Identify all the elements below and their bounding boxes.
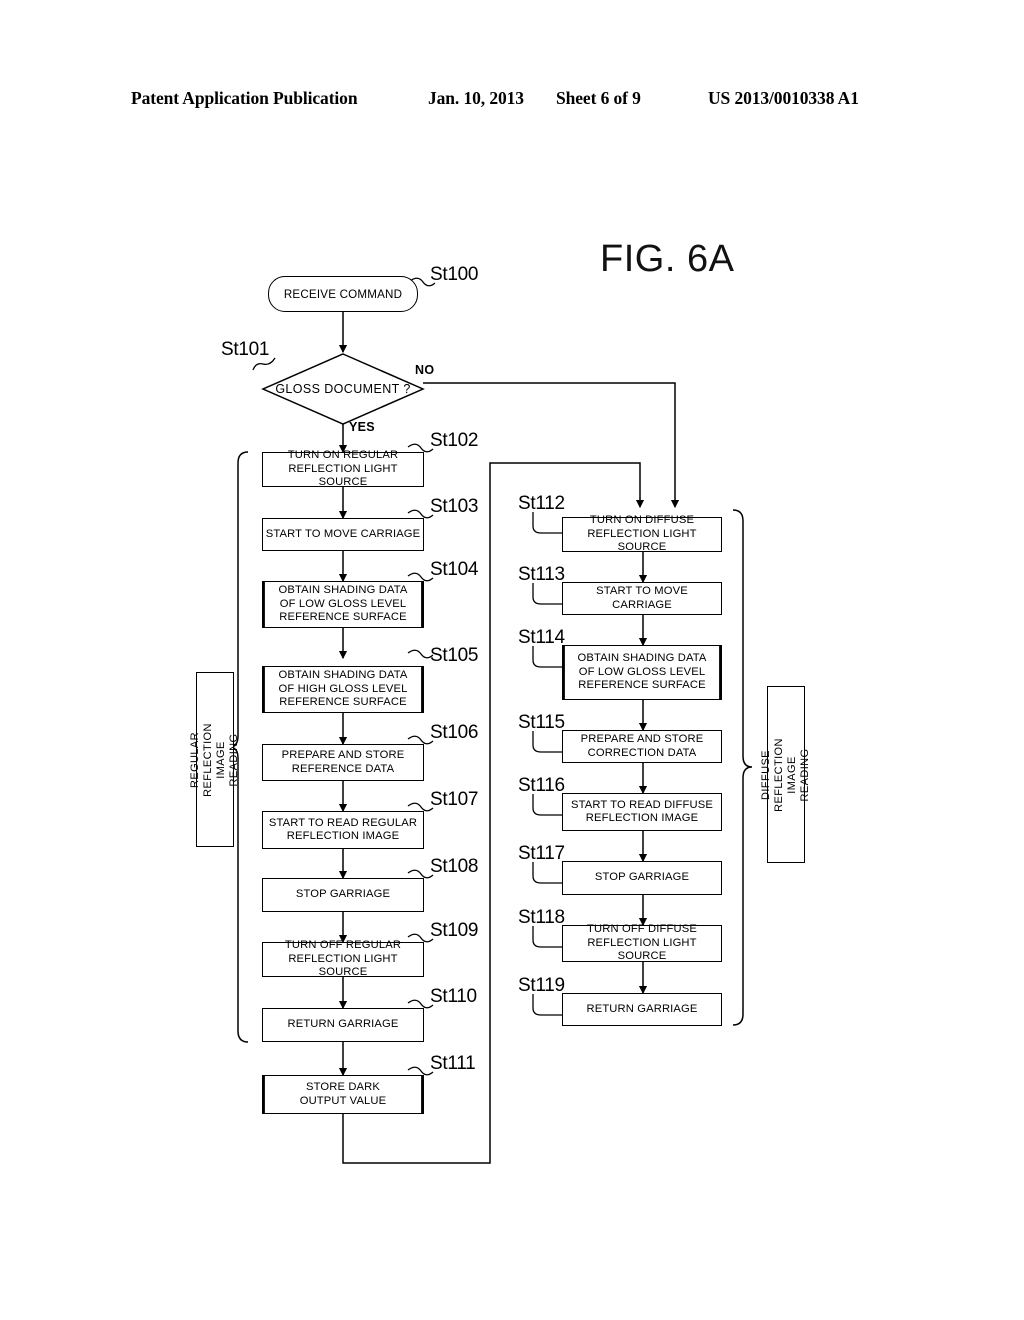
group-label-diffuse-reflection-text: DIFFUSE REFLECTION IMAGE READING (760, 737, 811, 812)
process-box-st108-label: STOP GARRIAGE (295, 888, 391, 901)
process-box-st111-label: STORE DARK OUTPUT VALUE (299, 1081, 387, 1107)
process-box-st110: RETURN GARRIAGE (262, 1008, 424, 1042)
step-ref-st111: St111 (430, 1053, 476, 1074)
process-box-st118-label: TURN OFF DIFFUSE REFLECTION LIGHT SOURCE (587, 923, 697, 963)
step-ref-st104: St104 (430, 559, 479, 580)
process-box-st114: OBTAIN SHADING DATA OF LOW GLOSS LEVEL R… (562, 645, 722, 700)
group-label-regular-reflection-text: REGULAR REFLECTION IMAGE READING (189, 722, 241, 797)
step-ref-st117: St117 (518, 843, 565, 864)
process-box-st106-label: PREPARE AND STORE REFERENCE DATA (281, 749, 405, 775)
start-terminator-label: RECEIVE COMMAND (283, 287, 403, 301)
process-box-st104: OBTAIN SHADING DATA OF LOW GLOSS LEVEL R… (262, 581, 424, 628)
process-box-st110-label: RETURN GARRIAGE (287, 1018, 399, 1031)
group-label-diffuse-reflection: DIFFUSE REFLECTION IMAGE READING (760, 686, 811, 863)
branch-label-no: NO (415, 363, 435, 377)
process-box-st105-label: OBTAIN SHADING DATA OF HIGH GLOSS LEVEL … (278, 669, 408, 709)
step-ref-st116: St116 (518, 775, 565, 796)
step-ref-st110: St110 (430, 986, 477, 1007)
step-ref-st107: St107 (430, 789, 479, 810)
process-box-st109: TURN OFF REGULAR REFLECTION LIGHT SOURCE (262, 939, 424, 979)
process-box-st117-label: STOP GARRIAGE (594, 871, 690, 884)
step-ref-st103: St103 (430, 496, 479, 517)
process-box-st107-label: START TO READ REGULAR REFLECTION IMAGE (268, 816, 418, 842)
process-box-st106: PREPARE AND STORE REFERENCE DATA (262, 744, 424, 781)
process-box-st112: TURN ON DIFFUSE REFLECTION LIGHT SOURCE (562, 514, 722, 554)
process-box-st119: RETURN GARRIAGE (562, 993, 722, 1026)
step-ref-st102: St102 (430, 430, 479, 451)
step-ref-st106: St106 (430, 722, 479, 743)
process-box-st111: STORE DARK OUTPUT VALUE (262, 1075, 424, 1114)
process-box-st113: START TO MOVE CARRIAGE (562, 582, 722, 615)
step-ref-st119: St119 (518, 975, 565, 996)
process-box-st116-label: START TO READ DIFFUSE REFLECTION IMAGE (571, 798, 713, 824)
process-box-st109-label: TURN OFF REGULAR REFLECTION LIGHT SOURCE (284, 939, 402, 979)
flowchart-connectors (228, 277, 753, 1164)
step-ref-st105: St105 (430, 645, 479, 666)
process-box-st117: STOP GARRIAGE (562, 861, 722, 895)
step-ref-st118: St118 (518, 907, 565, 928)
step-ref-st109: St109 (430, 920, 479, 941)
process-box-st112-label: TURN ON DIFFUSE REFLECTION LIGHT SOURCE (587, 514, 697, 554)
process-box-st103-label: START TO MOVE CARRIAGE (265, 527, 421, 540)
branch-label-yes: YES (349, 420, 375, 434)
process-box-st105: OBTAIN SHADING DATA OF HIGH GLOSS LEVEL … (262, 666, 424, 713)
process-box-st115: PREPARE AND STORE CORRECTION DATA (562, 730, 722, 763)
process-box-st118: TURN OFF DIFFUSE REFLECTION LIGHT SOURCE (562, 923, 722, 963)
process-box-st113-label: START TO MOVE CARRIAGE (596, 585, 688, 611)
process-box-st115-label: PREPARE AND STORE CORRECTION DATA (580, 733, 704, 759)
process-box-st107: START TO READ REGULAR REFLECTION IMAGE (262, 811, 424, 849)
step-ref-st115: St115 (518, 712, 565, 733)
process-box-st108: STOP GARRIAGE (262, 878, 424, 912)
group-label-regular-reflection: REGULAR REFLECTION IMAGE READING (189, 672, 240, 847)
start-terminator: RECEIVE COMMAND (268, 276, 418, 312)
process-box-st102: TURN ON REGULAR REFLECTION LIGHT SOURCE (262, 449, 424, 489)
step-ref-st100: St100 (430, 264, 479, 285)
step-ref-st101: St101 (221, 339, 270, 360)
decision-label: GLOSS DOCUMENT ? (275, 382, 411, 396)
step-ref-st112: St112 (518, 493, 565, 514)
process-box-st103: START TO MOVE CARRIAGE (262, 518, 424, 551)
process-box-st114-label: OBTAIN SHADING DATA OF LOW GLOSS LEVEL R… (577, 652, 707, 692)
process-box-st119-label: RETURN GARRIAGE (586, 1002, 698, 1015)
process-box-st104-label: OBTAIN SHADING DATA OF LOW GLOSS LEVEL R… (278, 584, 408, 624)
process-box-st102-label: TURN ON REGULAR REFLECTION LIGHT SOURCE (287, 449, 399, 489)
process-box-st116: START TO READ DIFFUSE REFLECTION IMAGE (562, 793, 722, 831)
step-ref-st113: St113 (518, 564, 565, 585)
step-ref-st114: St114 (518, 627, 565, 648)
step-ref-st108: St108 (430, 856, 479, 877)
